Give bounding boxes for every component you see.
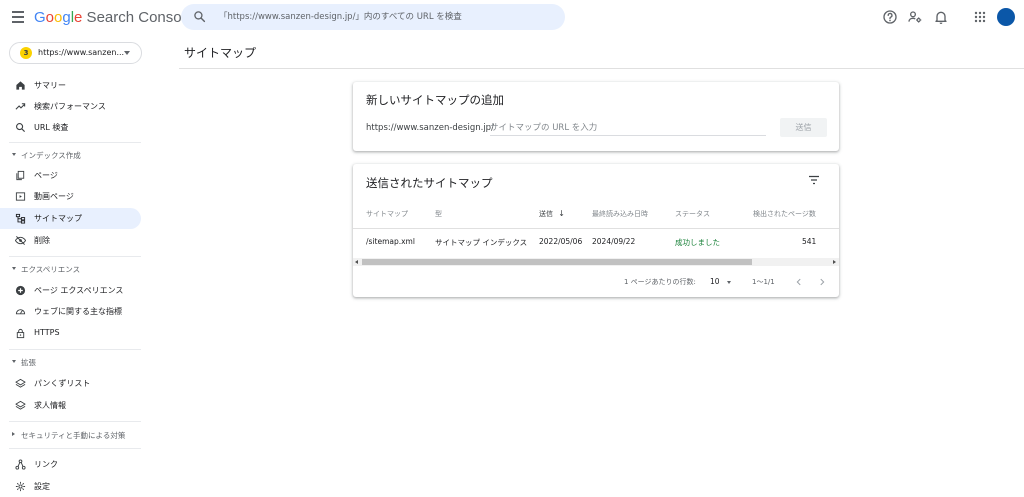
layers-icon xyxy=(15,378,26,388)
speedometer-icon xyxy=(15,309,26,315)
manage-users-icon[interactable] xyxy=(907,9,923,25)
add-sitemap-card: 新しいサイトマップの追加 https://www.sanzen-design.j… xyxy=(353,82,839,151)
pagination-range: 1〜1/1 xyxy=(752,278,775,286)
sidebar-item-removals[interactable]: 削除 xyxy=(0,230,141,251)
triangle-right-icon xyxy=(12,432,15,436)
horizontal-scrollbar[interactable] xyxy=(353,258,839,266)
sidebar-item-core-web-vitals[interactable]: ウェブに関する主な指標 xyxy=(0,301,141,322)
menu-icon[interactable] xyxy=(12,10,24,24)
column-header-discovered-pages[interactable]: 検出されたページ数 xyxy=(753,209,816,219)
status-badge: 成功しました xyxy=(675,238,720,247)
submitted-sitemaps-title: 送信されたサイトマップ xyxy=(366,176,493,190)
sidebar-item-https[interactable]: HTTPS xyxy=(0,323,141,344)
rows-per-page-label: 1 ページあたりの行数: xyxy=(624,278,696,286)
header-divider xyxy=(353,228,839,229)
section-experience-toggle[interactable]: エクスペリエンス xyxy=(0,261,141,277)
chevron-down-icon xyxy=(727,281,731,284)
property-url: https://www.sanzen... xyxy=(38,48,125,57)
account-avatar[interactable] xyxy=(997,8,1015,26)
previous-page-icon[interactable] xyxy=(794,277,804,287)
sidebar-item-summary[interactable]: サマリー xyxy=(0,75,141,96)
next-page-icon[interactable] xyxy=(817,277,827,287)
search-input[interactable] xyxy=(219,8,549,26)
column-header-status[interactable]: ステータス xyxy=(675,209,710,219)
sidebar-nav: 3 https://www.sanzen... サマリー 検索パフォーマンス U… xyxy=(0,35,150,492)
filter-icon[interactable] xyxy=(808,175,820,185)
submit-sitemap-button[interactable]: 送信 xyxy=(780,118,827,137)
sidebar-item-breadcrumbs[interactable]: パンくずリスト xyxy=(0,373,141,394)
plus-circle-icon xyxy=(15,285,26,296)
add-sitemap-title: 新しいサイトマップの追加 xyxy=(366,93,504,107)
column-header-submitted[interactable]: 送信 ↓ xyxy=(539,209,565,219)
layers-icon xyxy=(15,400,26,410)
column-header-sitemap[interactable]: サイトマップ xyxy=(366,209,408,219)
video-icon xyxy=(15,192,26,201)
cell-sitemap: /sitemap.xml xyxy=(366,237,415,246)
scroll-right-arrow-icon[interactable] xyxy=(833,260,836,264)
sidebar-item-url-inspection[interactable]: URL 検査 xyxy=(0,117,141,138)
search-console-logo[interactable]: Google Search Console xyxy=(34,9,193,26)
links-icon xyxy=(15,459,26,470)
inspect-url-search-bar[interactable] xyxy=(181,4,565,30)
sort-arrow-down-icon: ↓ xyxy=(558,209,565,218)
section-enhancements-toggle[interactable]: 拡張 xyxy=(0,354,141,370)
rows-per-page-select[interactable]: 10 xyxy=(710,275,738,287)
cell-submitted: 2022/05/06 xyxy=(539,237,583,246)
sidebar-item-performance[interactable]: 検索パフォーマンス xyxy=(0,96,141,117)
lock-icon xyxy=(16,328,25,339)
search-icon xyxy=(194,11,206,23)
top-app-bar: Google Search Console xyxy=(0,0,1024,35)
cell-last-read: 2024/09/22 xyxy=(592,237,636,246)
sidebar-divider xyxy=(9,256,141,257)
sidebar-item-links[interactable]: リンク xyxy=(0,454,141,475)
main-content: サイトマップ 新しいサイトマップの追加 https://www.sanzen-d… xyxy=(150,35,1024,486)
trending-up-icon xyxy=(15,103,26,110)
triangle-down-icon xyxy=(12,360,16,363)
section-security-toggle[interactable]: セキュリティと手動による対策 xyxy=(0,427,141,443)
sidebar-item-sitemaps[interactable]: サイトマップ xyxy=(0,208,141,229)
sitemap-url-input[interactable] xyxy=(490,120,766,136)
help-icon[interactable] xyxy=(882,9,898,25)
section-index-toggle[interactable]: インデックス作成 xyxy=(0,147,141,163)
property-selector[interactable]: 3 https://www.sanzen... xyxy=(9,42,142,64)
sidebar-item-page-experience[interactable]: ページ エクスペリエンス xyxy=(0,280,141,301)
triangle-down-icon xyxy=(12,267,16,270)
cell-discovered-pages: 541 xyxy=(802,237,817,246)
column-header-type[interactable]: 型 xyxy=(435,209,442,219)
settings-icon xyxy=(15,481,26,492)
sidebar-item-settings[interactable]: 設定 xyxy=(0,476,141,497)
sidebar-item-job-postings[interactable]: 求人情報 xyxy=(0,395,141,416)
chevron-down-icon xyxy=(124,51,130,55)
sidebar-item-pages[interactable]: ページ xyxy=(0,165,141,186)
search-icon xyxy=(16,123,26,133)
scroll-left-arrow-icon[interactable] xyxy=(355,260,358,264)
column-header-last-read[interactable]: 最終読み込み日時 xyxy=(592,209,648,219)
removal-icon xyxy=(15,236,26,245)
title-divider xyxy=(179,68,1024,69)
sidebar-item-video-pages[interactable]: 動画ページ xyxy=(0,186,141,207)
notifications-bell-icon[interactable] xyxy=(933,9,949,25)
sidebar-divider xyxy=(9,349,141,350)
submitted-sitemaps-card: 送信されたサイトマップ サイトマップ 型 送信 ↓ 最終読み込み日時 ステータス… xyxy=(353,164,839,297)
scrollbar-thumb[interactable] xyxy=(362,259,752,265)
apps-grid-icon[interactable] xyxy=(972,9,988,25)
pages-icon xyxy=(16,170,25,181)
sidebar-divider xyxy=(9,448,141,449)
sitemap-icon xyxy=(15,213,26,224)
page-title: サイトマップ xyxy=(184,46,257,60)
cell-type: サイトマップ インデックス xyxy=(435,238,528,247)
sitemap-url-prefix: https://www.sanzen-design.jp/ xyxy=(366,123,494,133)
sidebar-divider xyxy=(9,142,141,143)
sidebar-divider xyxy=(9,421,141,422)
property-badge: 3 xyxy=(20,47,32,59)
triangle-down-icon xyxy=(12,153,16,156)
home-icon xyxy=(16,81,25,90)
